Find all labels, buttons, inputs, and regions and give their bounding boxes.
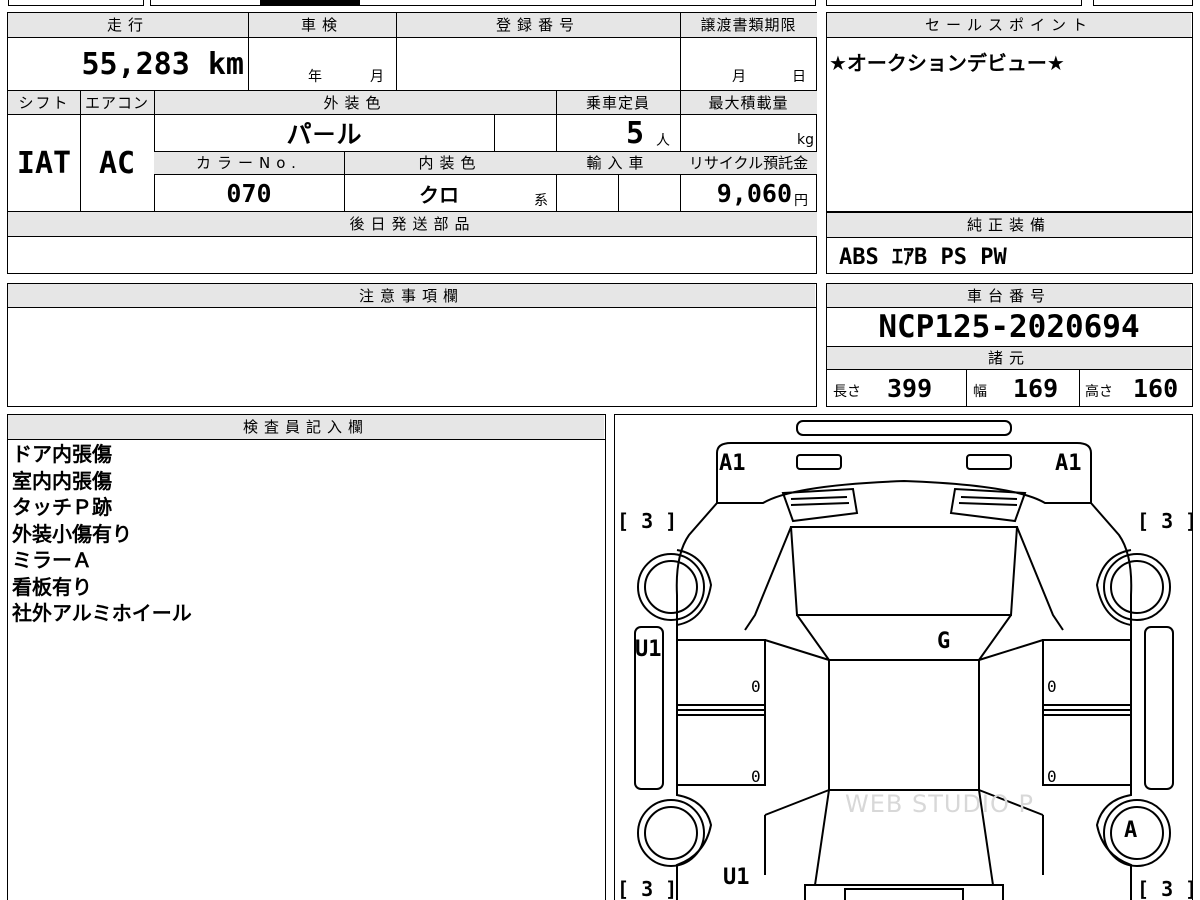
standard-equipment-box: 純正装備 ABS ｴｱB PS PW (826, 212, 1193, 274)
header-import: 輸入車 (556, 152, 680, 174)
vehicle-info-table: 走行 車検 登録番号 譲渡書類期限 55,283 km 年 月 月 日 シフト … (7, 12, 817, 274)
mark-door-rr: 0 (1047, 767, 1057, 786)
shaken-year-unit: 年 (308, 69, 322, 85)
inspector-note: ミラーＡ (12, 548, 92, 572)
mark-door-rl: 0 (751, 767, 761, 786)
mark-door-fl: 0 (751, 677, 761, 696)
header-max-load: 最大積載量 (680, 91, 817, 114)
mark-rear-wheel-right: A (1124, 818, 1138, 843)
notes-box: 注意事項欄 (7, 283, 817, 407)
bracket-bottom-left: [ 3 ] (617, 877, 678, 900)
color-no-value: 070 (226, 178, 272, 208)
header-registration: 登録番号 (396, 13, 680, 37)
chassis-specs-box: 車台番号 NCP125-2020694 諸元 長さ 399 幅 169 高さ 1… (826, 283, 1193, 407)
recycle-fee-value: 9,060 (716, 178, 792, 208)
mileage-value: 55,283 km (81, 46, 244, 82)
wheel-front-left (637, 553, 705, 621)
header-standard-equipment: 純正装備 (827, 213, 1191, 237)
header-notes: 注意事項欄 (8, 284, 815, 307)
car-damage-diagram: WEB STUDIO P A1 A1 [ 3 ] [ 3 ] U1 G 0 0 … (614, 414, 1193, 900)
height-label: 高さ (1085, 384, 1113, 400)
recycle-fee-unit: 円 (794, 193, 808, 209)
standard-equipment-value: ABS ｴｱB PS PW (839, 245, 1007, 270)
interior-suffix: 系 (534, 193, 548, 209)
header-sales-point: セールスポイント (827, 13, 1191, 37)
header-later-parts: 後日発送部品 (8, 212, 817, 236)
header-chassis: 車台番号 (827, 284, 1191, 307)
bracket-bottom-right: [ 3 ] (1137, 877, 1193, 900)
inspector-note: 室内内張傷 (12, 468, 112, 493)
mark-roof: G (937, 629, 951, 654)
header-exterior-color: 外装色 (154, 91, 556, 114)
header-inspector: 検査員記入欄 (8, 415, 604, 439)
watermark: WEB STUDIO P (845, 790, 1034, 818)
front-body-shape (716, 442, 1092, 504)
windshield-shape (789, 526, 1019, 616)
aircon-value: AC (98, 145, 136, 181)
bracket-top-right: [ 3 ] (1137, 509, 1193, 533)
height-value: 160 (1133, 373, 1179, 403)
transfer-day-unit: 日 (792, 69, 806, 85)
mark-front-left: A1 (719, 451, 746, 476)
width-value: 169 (1013, 373, 1059, 403)
header-transfer-deadline: 譲渡書類期限 (680, 13, 817, 37)
roof-shape (796, 614, 1012, 661)
top-strip (0, 0, 1200, 6)
inspector-notes-box: 検査員記入欄 ドア内張傷 室内内張傷 タッチＰ跡 外装小傷有り ミラーＡ 看板有… (7, 414, 606, 900)
mark-front-right: A1 (1055, 451, 1082, 476)
header-specs: 諸元 (827, 347, 1191, 369)
later-parts-area (8, 237, 817, 272)
wheel-front-right (1103, 553, 1171, 621)
header-recycle: リサイクル預託金 (680, 152, 817, 174)
sales-point-text: ★オークションデビュー★ (829, 51, 1065, 75)
header-shift: シフト (8, 91, 80, 114)
chassis-number: NCP125-2020694 (878, 309, 1140, 345)
inspector-note: 看板有り (12, 574, 92, 599)
shift-value: IAT (16, 145, 72, 181)
header-aircon: エアコン (80, 91, 154, 114)
exterior-color-value: パ－ル (286, 120, 362, 149)
sales-point-box: セールスポイント ★オークションデビュー★ (826, 12, 1193, 212)
mark-door-fr: 0 (1047, 677, 1057, 696)
mark-side-left: U1 (635, 637, 662, 662)
shaken-month-unit: 月 (370, 69, 384, 85)
width-label: 幅 (973, 384, 987, 400)
length-label: 長さ (833, 384, 861, 400)
capacity-value: 5 (625, 115, 644, 151)
bracket-top-left: [ 3 ] (617, 509, 678, 533)
transfer-month-unit: 月 (732, 69, 746, 85)
header-interior-color: 内装色 (344, 152, 556, 174)
header-color-no: カラーNo. (154, 152, 344, 174)
inspector-note: 外装小傷有り (12, 521, 132, 546)
length-value: 399 (887, 373, 933, 403)
front-bumper-shape (796, 420, 1012, 436)
interior-color-value: クロ (419, 182, 459, 207)
header-mileage: 走行 (8, 13, 248, 37)
header-capacity: 乗車定員 (556, 91, 680, 114)
inspector-note: 社外アルミホイール (12, 601, 192, 625)
header-shaken: 車検 (248, 13, 396, 37)
inspector-note: タッチＰ跡 (12, 495, 112, 519)
mark-rear-left: U1 (723, 865, 750, 890)
max-load-unit: kg (797, 132, 814, 148)
inspector-notes-list: ドア内張傷 室内内張傷 タッチＰ跡 外装小傷有り ミラーＡ 看板有り 社外アルミ… (12, 441, 192, 627)
capacity-unit: 人 (656, 133, 670, 149)
inspector-note: ドア内張傷 (12, 442, 112, 466)
